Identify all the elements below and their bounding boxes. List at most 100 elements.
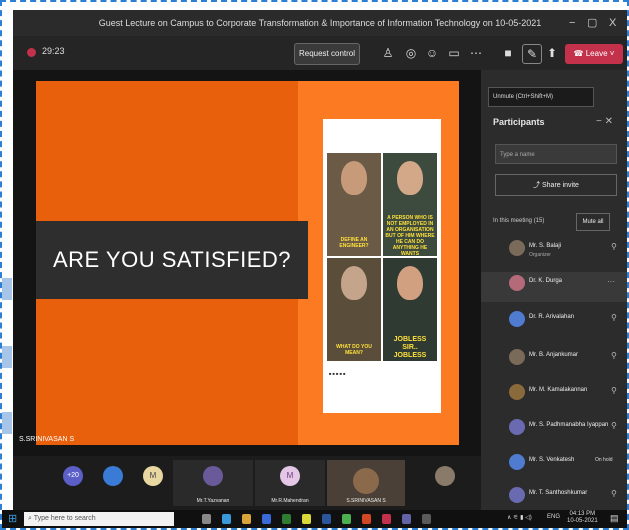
phone-icon: ☎	[573, 49, 586, 58]
participant-name: Dr. R. Arivalahan	[529, 314, 575, 320]
share-screen-icon[interactable]: ⬆	[543, 44, 561, 62]
request-control-button[interactable]: Request control	[294, 43, 360, 65]
edge-icon[interactable]	[222, 514, 231, 524]
participant-name: Mr. B. Anjankumar	[529, 352, 579, 358]
participant-row[interactable]: Mr. B. Anjankumar ⚲	[481, 346, 627, 376]
participant-name: Mr. S. Venkatesh	[529, 457, 575, 463]
chrome-icon[interactable]	[342, 514, 351, 524]
meme-grid: DEFINE AN ENGINEER? A PERSON WHO IS NOT …	[327, 153, 437, 361]
panel-controls[interactable]: − ✕	[596, 116, 613, 127]
share-invite-label: Share invite	[541, 182, 579, 189]
mail-icon[interactable]	[262, 514, 271, 524]
participant-status[interactable]: ···	[607, 277, 615, 286]
participant-row[interactable]: Mr. T. Santhoshkumar ⚲	[481, 484, 627, 510]
close-icon[interactable]: ✕	[605, 116, 613, 127]
presentation-slide: ARE YOU SATISFIED? DEFINE AN ENGINEER? A…	[36, 81, 459, 445]
participants-title: Participants	[493, 117, 545, 127]
more-options-icon[interactable]: ⋯	[467, 44, 485, 62]
participant-row[interactable]: Mr. S. Padhmanabha Iyappan ⚲	[481, 416, 627, 446]
app-icon[interactable]	[302, 514, 311, 524]
participant-name: Mr. T. Santhoshkumar	[529, 490, 588, 496]
participant-row[interactable]: Dr. K. Durga ···	[481, 272, 627, 302]
avatar	[435, 466, 455, 486]
clock[interactable]: 04:13 PM 10-05-2021	[567, 511, 598, 525]
camera-off-icon[interactable]: ■	[499, 44, 517, 62]
language-indicator[interactable]: ENG	[547, 514, 560, 520]
video-tile[interactable]: M Mr.R.Mahendran	[255, 460, 325, 506]
participant-row[interactable]: Mr. S. Balaji Organizer ⚲	[481, 237, 627, 267]
minimize-button[interactable]: −	[569, 10, 575, 36]
taskbar-search-input[interactable]: ⌕ Type here to search	[24, 512, 174, 526]
share-invite-button[interactable]: ⤴ Share invite	[495, 174, 617, 196]
in-meeting-section-label[interactable]: In this meeting (15)	[493, 218, 544, 224]
avatar	[509, 349, 525, 365]
participant-row[interactable]: Mr. S. Venkatesh On hold	[481, 451, 627, 481]
mic-off-icon: ⚲	[611, 421, 617, 430]
tile-label: S.SRINIVASAN S	[346, 498, 386, 504]
reactions-icon[interactable]: ☺	[423, 44, 441, 62]
participant-name: Mr. M. Kamalakannan	[529, 387, 588, 393]
meme-panel: WHAT DO YOU MEAN?	[327, 258, 381, 361]
windows-taskbar: ⊞ ⌕ Type here to search ∧ ⚟ ▮ ◁) ENG 04:…	[2, 510, 627, 528]
participant-name: Mr. S. Padhmanabha Iyappan	[529, 422, 609, 428]
overflow-tile[interactable]: +20	[53, 460, 93, 506]
mute-all-button[interactable]: Mute all	[576, 213, 610, 231]
meme-face	[341, 161, 367, 195]
meme-panel: A PERSON WHO IS NOT EMPLOYED IN AN ORGAN…	[383, 153, 437, 257]
mic-muted-icon[interactable]: ✎	[522, 44, 542, 64]
file-explorer-icon[interactable]	[242, 514, 251, 524]
restore-button[interactable]: ▢	[587, 10, 597, 36]
leave-label: Leave	[585, 49, 608, 58]
participant-row[interactable]: Dr. R. Arivalahan ⚲	[481, 308, 627, 338]
avatar	[509, 275, 525, 291]
meme-caption: A PERSON WHO IS NOT EMPLOYED IN AN ORGAN…	[385, 215, 435, 257]
meme-caption: WHAT DO YOU MEAN?	[336, 344, 372, 356]
video-tile[interactable]: Mr.T.Yazvanan	[173, 460, 253, 506]
meme-panel: JOBLESS SIR.. JOBLESS	[383, 258, 437, 361]
powerpoint-icon[interactable]	[362, 514, 371, 524]
recording-icon	[27, 48, 36, 57]
share-icon: ⤴	[533, 182, 542, 189]
mic-off-icon: ⚲	[611, 489, 617, 498]
word-icon[interactable]	[322, 514, 331, 524]
chat-icon[interactable]: ◎	[402, 44, 420, 62]
video-tile[interactable]: S.SRINIVASAN S	[327, 460, 405, 506]
taskbar-search-placeholder: Type here to search	[33, 515, 96, 522]
presenter-name-tag: S.SRINIVASAN S	[19, 436, 75, 443]
side-marker	[2, 412, 12, 434]
avatar-initial: M	[280, 466, 300, 486]
avatar	[509, 384, 525, 400]
leave-button[interactable]: ☎ Leave ˅	[565, 44, 623, 64]
participant-row[interactable]: Mr. M. Kamalakannan ⚲	[481, 381, 627, 411]
notification-icon[interactable]: ▤	[610, 513, 619, 524]
close-button[interactable]: X	[609, 10, 616, 36]
video-tile[interactable]: M	[133, 460, 173, 506]
participant-status: On hold	[595, 457, 613, 463]
avatar	[509, 311, 525, 327]
app-icon[interactable]	[422, 514, 431, 524]
windows-start-icon[interactable]: ⊞	[8, 513, 20, 525]
participant-search-input[interactable]: Type a name	[495, 144, 617, 164]
teams-meeting-window: Guest Lecture on Campus to Corporate Tra…	[13, 10, 627, 510]
unmute-tooltip: Unmute (Ctrl+Shift+M)	[488, 87, 594, 107]
avatar	[203, 466, 223, 486]
task-view-icon[interactable]	[202, 514, 211, 524]
minimize-icon[interactable]: −	[596, 116, 602, 127]
tray-icons[interactable]: ∧ ⚟ ▮ ◁)	[507, 514, 532, 521]
mic-off-icon: ⚲	[611, 351, 617, 360]
avatar	[509, 240, 525, 256]
video-tile[interactable]	[93, 460, 133, 506]
participant-name: Dr. K. Durga	[529, 278, 563, 284]
participants-panel: Unmute (Ctrl+Shift+M) Participants − ✕ T…	[481, 70, 627, 510]
meeting-toolbar: 29:23 Request control ♙ ◎ ☺ ▭ ⋯ ■ ✎ ⬆ ☎ …	[13, 36, 627, 70]
people-icon[interactable]: ♙	[379, 44, 397, 62]
excel-icon[interactable]	[282, 514, 291, 524]
video-tile[interactable]	[425, 460, 465, 506]
teams-icon[interactable]	[402, 514, 411, 524]
overflow-count: +20	[63, 466, 83, 486]
rooms-icon[interactable]: ▭	[445, 44, 463, 62]
app-icon[interactable]	[382, 514, 391, 524]
side-marker	[2, 278, 12, 300]
meme-caption: JOBLESS SIR.. JOBLESS	[393, 336, 427, 359]
participant-name: Mr. S. Balaji	[529, 243, 562, 249]
